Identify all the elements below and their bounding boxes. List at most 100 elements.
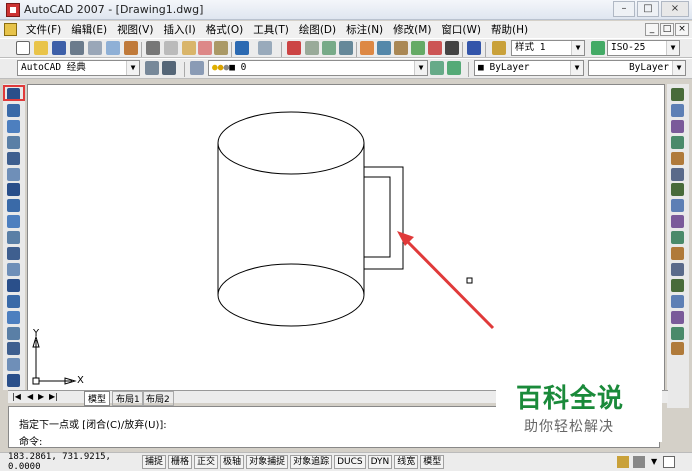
ortho-toggle[interactable]: 正交 [194,455,219,469]
osnap-toggle[interactable]: 对象捕捉 [246,455,289,469]
layer-manager-icon[interactable] [190,61,204,75]
move-icon[interactable] [671,167,684,181]
redo-icon[interactable] [258,41,272,55]
print-icon[interactable] [70,41,84,55]
open-icon[interactable] [34,41,48,55]
zoom-window-icon[interactable] [322,41,336,55]
minimize-button[interactable]: – [613,1,635,17]
color-select[interactable]: ■ ByLayer ▼ [474,60,584,76]
dyn-toggle[interactable]: DYN [367,455,393,469]
doc-close-button[interactable]: × [675,23,689,36]
make-block-icon[interactable] [7,278,20,292]
copy-clip-icon[interactable] [164,41,178,55]
sheet-set-icon[interactable] [411,41,425,55]
tab-layout2[interactable]: 布局2 [142,391,174,406]
polar-toggle[interactable]: 极轴 [220,455,245,469]
menu-draw[interactable]: 绘图(D) [294,22,341,37]
close-button[interactable]: × [661,1,689,17]
zoom-realtime-icon[interactable] [305,41,319,55]
clean-screen-icon[interactable] [663,456,675,468]
polygon-icon[interactable] [7,135,20,149]
array-icon[interactable] [671,151,684,165]
stretch-icon[interactable] [671,215,684,229]
menu-view[interactable]: 视图(V) [112,22,158,37]
tool-palettes-icon[interactable] [394,41,408,55]
tab-nav-next-icon[interactable]: ▶ [38,392,44,401]
save-icon[interactable] [52,41,66,55]
menu-dimension[interactable]: 标注(N) [341,22,388,37]
offset-icon[interactable] [671,135,684,149]
model-toggle[interactable]: 模型 [420,455,445,469]
text-style-icon[interactable] [492,41,506,55]
snap-toggle[interactable]: 捕捉 [142,455,167,469]
doc-restore-button[interactable]: □ [660,23,674,36]
ellipse-arc-icon[interactable] [7,247,20,260]
tab-model[interactable]: 模型 [84,391,111,406]
break-at-point-icon[interactable] [671,262,684,276]
paste-icon[interactable] [182,41,196,55]
publish-icon[interactable] [106,41,120,55]
insert-block-icon[interactable] [7,262,20,276]
mirror-icon[interactable] [671,119,684,133]
chevron-down-icon[interactable]: ▼ [651,457,657,466]
fillet-icon[interactable] [671,326,684,340]
copy-icon[interactable] [671,103,684,117]
tray-settings-icon[interactable] [617,456,629,468]
workspace-settings-icon[interactable] [145,61,159,75]
menu-window[interactable]: 窗口(W) [436,22,486,37]
polyline-icon[interactable] [7,119,20,133]
tab-nav-last-icon[interactable]: ▶| [49,392,58,401]
tab-nav-prev-icon[interactable]: ◀ [27,392,33,401]
vertical-scroll-area[interactable] [667,384,689,408]
ducs-toggle[interactable]: DUCS [334,455,366,469]
calculator-icon[interactable] [445,41,459,55]
dim-style-select[interactable]: ISO-25 ▼ [607,40,680,56]
spline-icon[interactable] [7,215,20,229]
menu-format[interactable]: 格式(O) [201,22,248,37]
table-icon[interactable] [7,358,20,372]
make-current-layer-icon[interactable] [430,61,444,75]
lock-ui-icon[interactable] [633,456,645,468]
maximize-button[interactable]: □ [637,1,659,17]
plot-preview-icon[interactable] [88,41,102,55]
menu-tools[interactable]: 工具(T) [248,22,294,37]
undo-icon[interactable] [235,41,249,55]
menu-file[interactable]: 文件(F) [21,22,66,37]
block-editor-icon[interactable] [214,41,228,55]
pan-icon[interactable] [287,41,301,55]
chamfer-icon[interactable] [671,310,684,324]
construction-line-icon[interactable] [7,103,20,117]
properties-icon[interactable] [360,41,374,55]
revision-cloud-icon[interactable] [7,199,20,213]
markup-icon[interactable] [428,41,442,55]
hatch-icon[interactable] [7,310,20,324]
scale-icon[interactable] [671,199,684,213]
zoom-previous-icon[interactable] [339,41,353,55]
drawing-canvas[interactable]: Y X [27,84,665,392]
break-icon[interactable] [671,278,684,292]
arc-icon[interactable] [7,167,20,181]
save-workspace-icon[interactable] [162,61,176,75]
tab-layout1[interactable]: 布局1 [112,391,144,406]
workspace-select[interactable]: AutoCAD 经典 ▼ [17,60,140,76]
menu-help[interactable]: 帮助(H) [486,22,533,37]
explode-icon[interactable] [671,342,684,356]
3d-dwf-icon[interactable] [124,41,138,55]
rectangle-icon[interactable] [7,151,20,165]
layer-select[interactable]: ●●●■ 0 ▼ [208,60,428,76]
ellipse-icon[interactable] [7,231,20,245]
trim-icon[interactable] [671,231,684,245]
join-icon[interactable] [671,294,684,308]
rotate-icon[interactable] [671,183,684,197]
linetype-select[interactable]: ByLayer ▼ [588,60,686,76]
erase-icon[interactable] [671,88,684,101]
mtext-icon[interactable] [7,374,20,388]
tab-nav-first-icon[interactable]: |◀ [12,392,21,401]
text-style-select[interactable]: 样式 1 ▼ [511,40,585,56]
dim-style-icon[interactable] [591,41,605,55]
new-icon[interactable] [16,41,30,55]
gradient-icon[interactable] [7,326,20,340]
lineweight-toggle[interactable]: 线宽 [394,455,419,469]
design-center-icon[interactable] [377,41,391,55]
menu-modify[interactable]: 修改(M) [388,22,436,37]
